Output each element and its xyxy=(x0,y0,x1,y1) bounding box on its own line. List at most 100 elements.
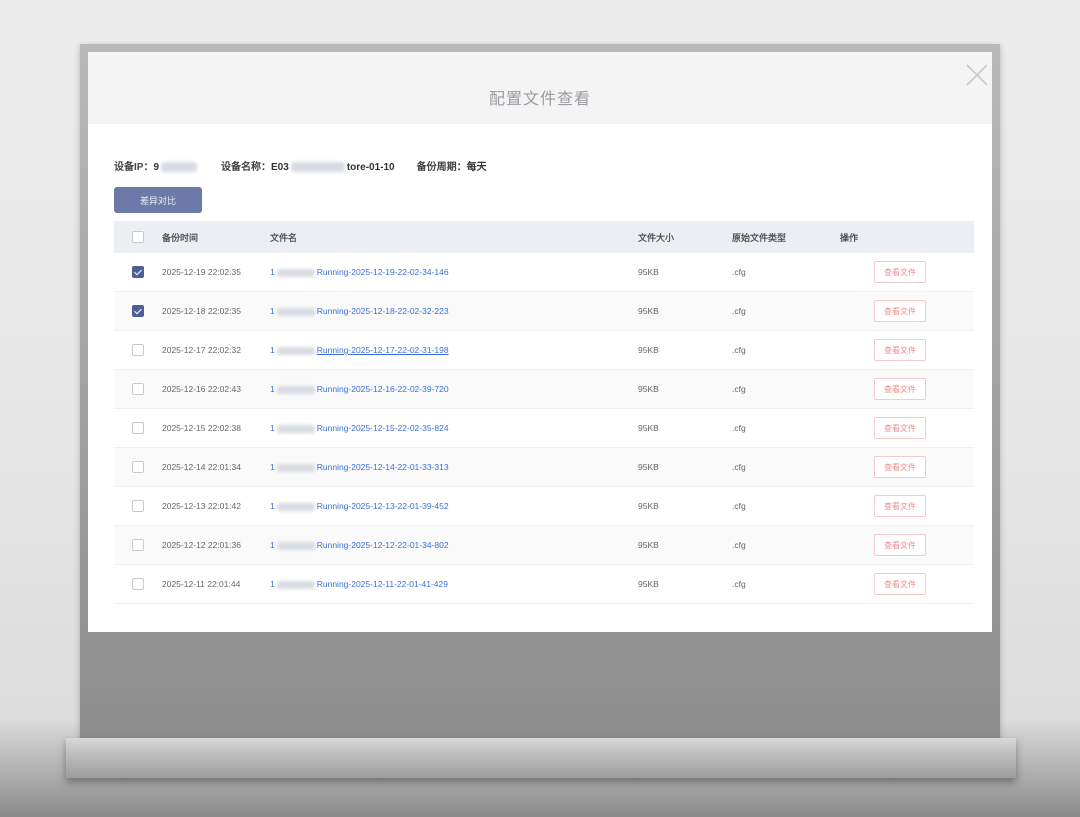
row-check-cell xyxy=(114,266,162,278)
row-file-cell: 1 Running-2025-12-19-22-02-34-146 xyxy=(270,267,638,277)
row-file-cell: 1 Running-2025-12-15-22-02-35-824 xyxy=(270,423,638,433)
file-prefix: 1 xyxy=(270,345,275,355)
dialog: 配置文件查看 设备IP：9 设备名称：E03 tore-01-10 备份周期：每天… xyxy=(88,52,992,632)
view-file-button[interactable]: 查看文件 xyxy=(874,495,926,517)
row-type: .cfg xyxy=(732,540,746,550)
row-op-cell: 查看文件 xyxy=(840,573,974,595)
row-op-cell: 查看文件 xyxy=(840,417,974,439)
file-link[interactable]: 1 Running-2025-12-14-22-01-33-313 xyxy=(270,462,449,472)
row-checkbox[interactable] xyxy=(132,266,144,278)
row-file-cell: 1 Running-2025-12-11-22-01-41-429 xyxy=(270,579,638,589)
row-type: .cfg xyxy=(732,579,746,589)
row-op-cell: 查看文件 xyxy=(840,456,974,478)
file-prefix: 1 xyxy=(270,267,275,277)
view-file-button[interactable]: 查看文件 xyxy=(874,456,926,478)
row-size: 95KB xyxy=(638,579,659,589)
row-checkbox[interactable] xyxy=(132,422,144,434)
view-file-button[interactable]: 查看文件 xyxy=(874,534,926,556)
file-link[interactable]: 1 Running-2025-12-18-22-02-32-223 xyxy=(270,306,449,316)
row-size: 95KB xyxy=(638,540,659,550)
row-check-cell xyxy=(114,422,162,434)
header-name: 文件名 xyxy=(270,232,298,243)
view-file-button[interactable]: 查看文件 xyxy=(874,378,926,400)
table-row: 2025-12-14 22:01:34 1 Running-2025-12-14-… xyxy=(114,448,974,487)
view-file-button[interactable]: 查看文件 xyxy=(874,339,926,361)
file-prefix: 1 xyxy=(270,540,275,550)
row-check-cell xyxy=(114,578,162,590)
file-name: Running-2025-12-15-22-02-35-824 xyxy=(316,423,449,433)
row-file-cell: 1 Running-2025-12-17-22-02-31-198 xyxy=(270,345,638,355)
file-name: Running-2025-12-18-22-02-32-223 xyxy=(316,306,449,316)
file-link[interactable]: 1 Running-2025-12-17-22-02-31-198 xyxy=(270,345,449,355)
device-name-label: 设备名称： xyxy=(221,162,272,173)
row-checkbox[interactable] xyxy=(132,500,144,512)
file-link[interactable]: 1 Running-2025-12-19-22-02-34-146 xyxy=(270,267,449,277)
row-check-cell xyxy=(114,383,162,395)
file-link[interactable]: 1 Running-2025-12-15-22-02-35-824 xyxy=(270,423,449,433)
row-checkbox[interactable] xyxy=(132,539,144,551)
file-name: Running-2025-12-11-22-01-41-429 xyxy=(316,579,448,589)
table-row: 2025-12-12 22:01:36 1 Running-2025-12-12-… xyxy=(114,526,974,565)
file-prefix: 1 xyxy=(270,462,275,472)
row-time: 2025-12-15 22:02:38 xyxy=(162,423,241,433)
redacted-mask xyxy=(276,385,315,394)
row-check-cell xyxy=(114,305,162,317)
row-checkbox[interactable] xyxy=(132,578,144,590)
backup-cycle: 备份周期：每天 xyxy=(417,158,487,173)
row-checkbox[interactable] xyxy=(132,344,144,356)
row-type: .cfg xyxy=(732,462,746,472)
view-file-button[interactable]: 查看文件 xyxy=(874,261,926,283)
row-checkbox[interactable] xyxy=(132,305,144,317)
redacted-mask xyxy=(161,162,198,173)
row-type: .cfg xyxy=(732,267,746,277)
view-file-button[interactable]: 查看文件 xyxy=(874,417,926,439)
file-link[interactable]: 1 Running-2025-12-13-22-01-39-452 xyxy=(270,501,449,511)
header-check-cell xyxy=(114,231,162,243)
row-time: 2025-12-13 22:01:42 xyxy=(162,501,241,511)
device-ip-label: 设备IP： xyxy=(114,162,154,173)
row-check-cell xyxy=(114,539,162,551)
row-checkbox[interactable] xyxy=(132,461,144,473)
file-link[interactable]: 1 Running-2025-12-16-22-02-39-720 xyxy=(270,384,449,394)
row-size: 95KB xyxy=(638,384,659,394)
row-checkbox[interactable] xyxy=(132,383,144,395)
diff-compare-button[interactable]: 差异对比 xyxy=(114,187,202,213)
row-time: 2025-12-14 22:01:34 xyxy=(162,462,241,472)
row-size: 95KB xyxy=(638,267,659,277)
row-size: 95KB xyxy=(638,462,659,472)
row-type: .cfg xyxy=(732,345,746,355)
table-header: 备份时间 文件名 文件大小 原始文件类型 操作 xyxy=(114,221,974,253)
table-row: 2025-12-17 22:02:32 1 Running-2025-12-17-… xyxy=(114,331,974,370)
row-size: 95KB xyxy=(638,345,659,355)
file-link[interactable]: 1 Running-2025-12-12-22-01-34-802 xyxy=(270,540,449,550)
row-time: 2025-12-12 22:01:36 xyxy=(162,540,241,550)
monitor-base xyxy=(66,738,1016,778)
row-op-cell: 查看文件 xyxy=(840,300,974,322)
redacted-mask xyxy=(276,424,315,433)
row-time: 2025-12-11 22:01:44 xyxy=(162,579,241,589)
backup-table: 备份时间 文件名 文件大小 原始文件类型 操作 2025-12-19 22:02… xyxy=(114,221,974,604)
file-name: Running-2025-12-19-22-02-34-146 xyxy=(316,267,449,277)
device-info: 设备IP：9 设备名称：E03 tore-01-10 备份周期：每天 xyxy=(114,158,487,173)
view-file-button[interactable]: 查看文件 xyxy=(874,573,926,595)
device-ip: 设备IP：9 xyxy=(114,158,199,173)
row-time: 2025-12-18 22:02:35 xyxy=(162,306,241,316)
row-size: 95KB xyxy=(638,306,659,316)
row-op-cell: 查看文件 xyxy=(840,495,974,517)
row-file-cell: 1 Running-2025-12-13-22-01-39-452 xyxy=(270,501,638,511)
header-size: 文件大小 xyxy=(638,232,675,243)
row-type: .cfg xyxy=(732,306,746,316)
dialog-title: 配置文件查看 xyxy=(488,91,591,108)
table-row: 2025-12-13 22:01:42 1 Running-2025-12-13-… xyxy=(114,487,974,526)
view-file-button[interactable]: 查看文件 xyxy=(874,300,926,322)
select-all-checkbox[interactable] xyxy=(132,231,144,243)
file-name: Running-2025-12-13-22-01-39-452 xyxy=(316,501,449,511)
file-link[interactable]: 1 Running-2025-12-11-22-01-41-429 xyxy=(270,579,448,589)
row-op-cell: 查看文件 xyxy=(840,534,974,556)
table-row: 2025-12-19 22:02:35 1 Running-2025-12-19-… xyxy=(114,253,974,292)
close-icon[interactable] xyxy=(964,62,990,88)
redacted-mask xyxy=(290,162,345,173)
header-op: 操作 xyxy=(840,232,859,243)
file-prefix: 1 xyxy=(270,423,275,433)
header-time: 备份时间 xyxy=(162,232,199,243)
